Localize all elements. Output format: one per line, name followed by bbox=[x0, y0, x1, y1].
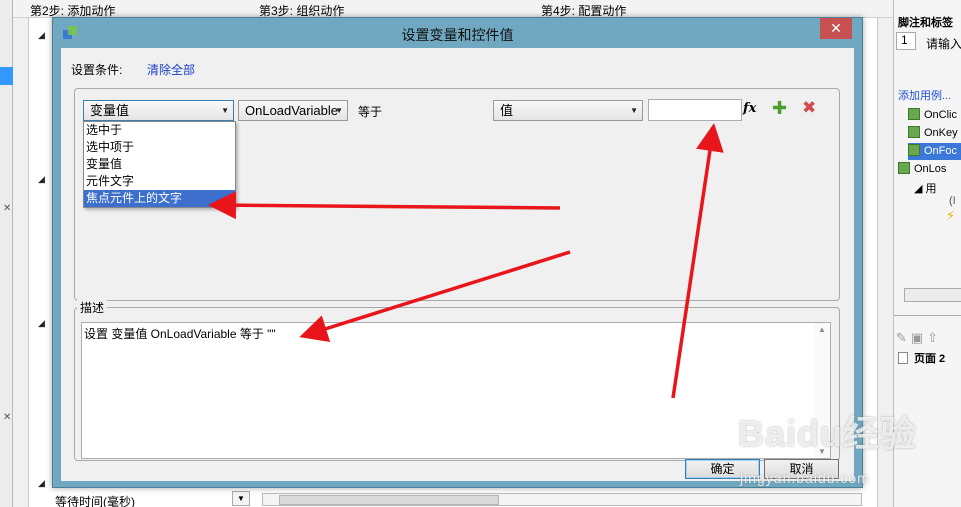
divider bbox=[894, 315, 961, 316]
toolbar-icons[interactable]: ✎▣⇧ bbox=[896, 330, 942, 346]
wait-time-label: 等待时间(毫秒) bbox=[55, 495, 135, 507]
value-input[interactable] bbox=[648, 99, 742, 121]
wait-time-combo[interactable]: ▼ bbox=[232, 491, 250, 506]
dialog-titlebar[interactable]: 设置变量和控件值 ✕ bbox=[53, 18, 862, 48]
input-hint: 请输入 bbox=[926, 37, 961, 51]
dropdown-option[interactable]: 变量值 bbox=[84, 156, 235, 173]
event-item[interactable]: OnClic bbox=[908, 107, 961, 124]
horizontal-scrollbar[interactable] bbox=[262, 493, 862, 506]
case-node[interactable]: ◢ 用 bbox=[914, 180, 937, 196]
close-button[interactable]: ✕ bbox=[820, 18, 852, 39]
interaction-icon bbox=[908, 108, 920, 120]
watermark-logo: Baidu经验 bbox=[738, 413, 918, 454]
watermark-url: jingyan.baidu.com bbox=[740, 470, 870, 486]
notes-tab-title[interactable]: 脚注和标签 bbox=[898, 14, 953, 30]
interaction-icon bbox=[908, 144, 920, 156]
variable-name-select[interactable]: OnLoadVariable ▼ bbox=[238, 100, 348, 121]
dropdown-option-highlighted[interactable]: 焦点元件上的文字 bbox=[84, 190, 235, 207]
condition-label: 设置条件: bbox=[71, 63, 123, 77]
value-type-select[interactable]: 值 ▼ bbox=[493, 100, 643, 121]
clear-all-link[interactable]: 清除全部 bbox=[147, 61, 195, 78]
collapse-triangle-icon[interactable]: ◢ bbox=[38, 30, 45, 41]
event-item[interactable]: OnLos bbox=[898, 161, 952, 178]
dropdown-arrow-icon: ▼ bbox=[335, 106, 343, 115]
function-icon[interactable]: fx bbox=[743, 101, 756, 116]
add-case-link[interactable]: 添加用例... bbox=[898, 87, 951, 103]
lightning-icon: ⚡ bbox=[946, 208, 956, 223]
operator-label: 等于 bbox=[358, 105, 383, 119]
page-item[interactable]: 页面 2 bbox=[898, 350, 945, 366]
scroll-up-icon[interactable]: ▲ bbox=[818, 325, 826, 334]
collapse-triangle-icon[interactable]: ◢ bbox=[38, 478, 45, 489]
number-field[interactable]: 1 bbox=[896, 32, 916, 50]
scrollbar-thumb[interactable] bbox=[279, 495, 499, 505]
variable-type-select[interactable]: 变量值 ▼ bbox=[83, 100, 234, 121]
steps-header: 第2步: 添加动作 第3步: 组织动作 第4步: 配置动作 bbox=[13, 0, 893, 18]
add-condition-icon[interactable]: ✚ bbox=[772, 98, 787, 119]
case-node-sub: (I bbox=[949, 195, 956, 207]
dropdown-arrow-icon: ▼ bbox=[630, 106, 638, 115]
interaction-icon bbox=[898, 162, 910, 174]
description-label: 描述 bbox=[77, 299, 108, 316]
left-dock-selection bbox=[0, 67, 13, 85]
event-item-selected[interactable]: OnFoc bbox=[908, 143, 961, 160]
variable-type-dropdown: 选中于 选中项于 变量值 元件文字 焦点元件上的文字 bbox=[83, 121, 236, 208]
dropdown-option[interactable]: 选中于 bbox=[84, 122, 235, 139]
collapse-triangle-icon[interactable]: ◢ bbox=[38, 174, 45, 185]
dropdown-option[interactable]: 元件文字 bbox=[84, 173, 235, 190]
description-text: 设置 变量值 OnLoadVariable 等于 "" bbox=[84, 327, 276, 341]
close-icon[interactable]: ✕ bbox=[3, 412, 11, 423]
left-dock-strip: ✕ ✕ bbox=[0, 0, 13, 507]
dropdown-arrow-icon: ▼ bbox=[221, 106, 229, 115]
description-textarea[interactable]: 设置 变量值 OnLoadVariable 等于 "" ▲ ▼ bbox=[81, 322, 831, 459]
dialog-title: 设置变量和控件值 bbox=[401, 27, 514, 43]
collapse-triangle-icon[interactable]: ◢ bbox=[38, 318, 45, 329]
delete-condition-icon[interactable]: ✖ bbox=[802, 98, 816, 118]
interaction-icon bbox=[908, 126, 920, 138]
close-icon[interactable]: ✕ bbox=[3, 203, 11, 214]
page-icon bbox=[898, 352, 908, 364]
dropdown-option[interactable]: 选中项于 bbox=[84, 139, 235, 156]
dialog-body: 设置条件: 清除全部 变量值 ▼ OnLoadVariable ▼ 等于 值 ▼ fx… bbox=[61, 48, 854, 481]
event-item[interactable]: OnKey bbox=[908, 125, 961, 142]
right-panel-scrollbar[interactable] bbox=[904, 288, 961, 302]
